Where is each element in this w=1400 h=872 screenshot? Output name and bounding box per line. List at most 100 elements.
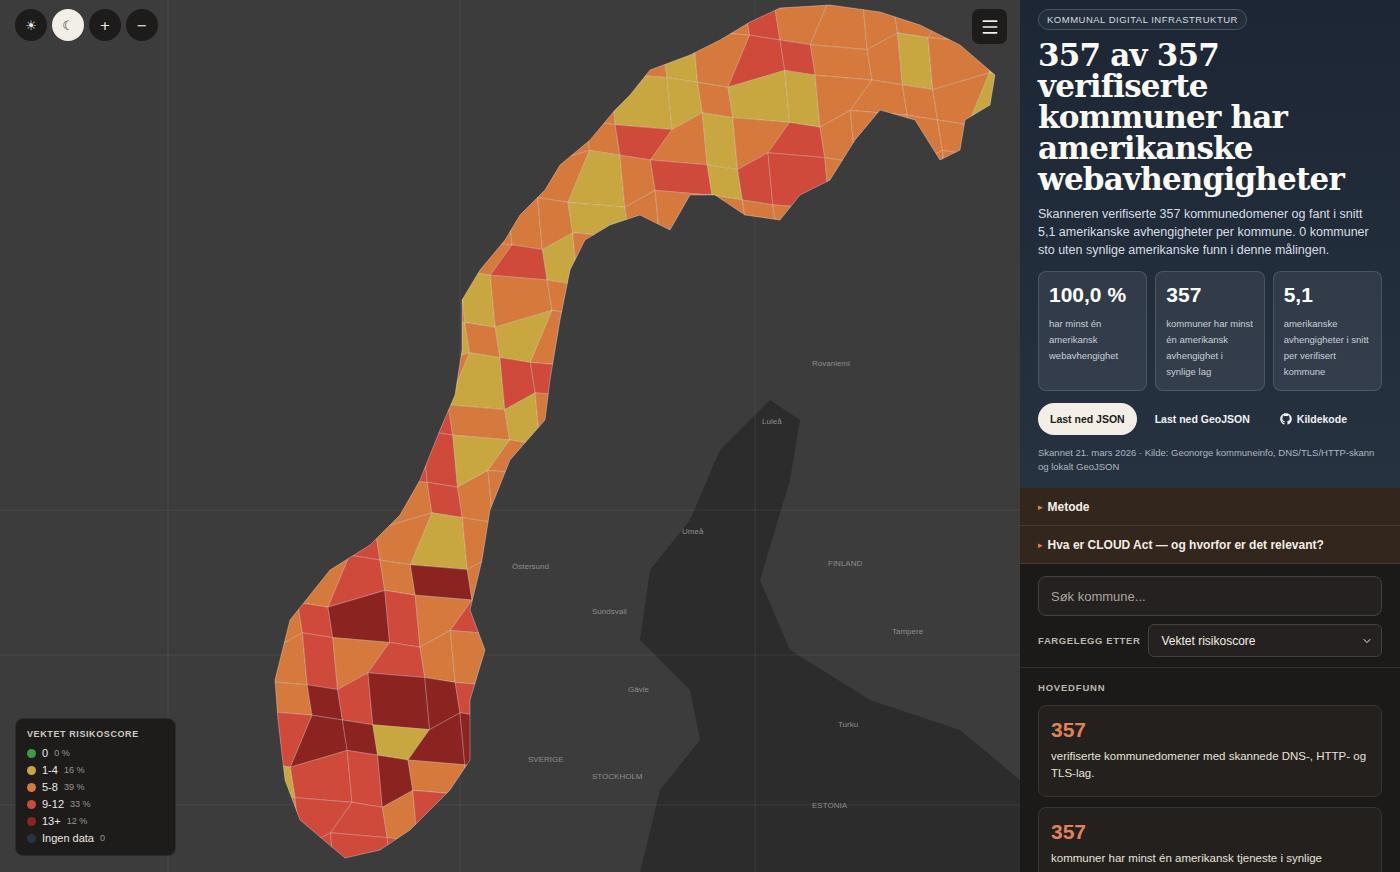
municipality[interactable]	[290, 750, 352, 802]
municipality[interactable]	[653, 390, 710, 442]
municipality[interactable]	[848, 718, 905, 770]
municipality[interactable]	[493, 522, 550, 557]
municipality[interactable]	[848, 275, 905, 327]
municipality[interactable]	[622, 402, 657, 437]
municipality[interactable]	[858, 830, 893, 872]
municipality[interactable]	[848, 753, 910, 805]
municipality[interactable]	[335, 0, 392, 35]
municipality[interactable]	[568, 202, 630, 237]
municipality[interactable]	[867, 33, 902, 85]
municipality[interactable]	[545, 475, 580, 527]
action-button[interactable]: Kildekode	[1268, 403, 1359, 435]
municipality[interactable]	[540, 2, 575, 37]
municipality[interactable]	[300, 833, 335, 872]
municipality[interactable]	[740, 838, 775, 872]
municipality[interactable]	[418, 400, 453, 435]
municipality[interactable]	[420, 630, 455, 682]
municipality[interactable]	[582, 758, 617, 810]
municipality[interactable]	[368, 642, 425, 677]
municipality[interactable]	[890, 198, 952, 250]
municipality[interactable]	[738, 590, 773, 647]
municipality[interactable]	[490, 718, 552, 770]
municipality[interactable]	[695, 278, 752, 330]
municipality[interactable]	[987, 273, 1020, 325]
municipality[interactable]	[418, 842, 453, 872]
municipality[interactable]	[778, 235, 813, 287]
municipality[interactable]	[700, 750, 735, 807]
municipality[interactable]	[730, 313, 792, 370]
municipality[interactable]	[542, 233, 577, 285]
municipality[interactable]	[290, 273, 347, 330]
municipality[interactable]	[900, 722, 935, 757]
municipality[interactable]	[462, 518, 497, 570]
municipality[interactable]	[667, 520, 702, 555]
municipality[interactable]	[488, 33, 550, 85]
municipality[interactable]	[408, 270, 465, 322]
municipality[interactable]	[570, 433, 632, 485]
municipality[interactable]	[698, 82, 733, 117]
municipality[interactable]	[385, 153, 420, 205]
municipality[interactable]	[860, 635, 895, 687]
municipality[interactable]	[507, 635, 542, 687]
municipality[interactable]	[770, 842, 832, 872]
zoom-button[interactable]: −	[126, 9, 158, 41]
municipality[interactable]	[978, 190, 1013, 242]
municipality[interactable]	[810, 0, 867, 50]
municipality[interactable]	[938, 120, 973, 155]
municipality[interactable]	[533, 593, 590, 645]
municipality[interactable]	[655, 633, 712, 690]
municipality[interactable]	[570, 840, 627, 872]
municipality[interactable]	[302, 633, 337, 690]
municipality[interactable]	[935, 758, 992, 810]
municipality[interactable]	[627, 0, 662, 47]
municipality[interactable]	[347, 750, 382, 807]
municipality[interactable]	[942, 593, 977, 650]
municipality[interactable]	[898, 33, 933, 90]
municipality[interactable]	[688, 442, 750, 477]
municipality[interactable]	[813, 270, 870, 327]
municipality[interactable]	[530, 362, 592, 397]
municipality[interactable]	[975, 845, 1020, 872]
municipality[interactable]	[608, 710, 670, 767]
theme-button[interactable]: ☾	[52, 9, 84, 41]
municipality[interactable]	[610, 42, 667, 77]
municipality[interactable]	[648, 355, 710, 407]
municipality[interactable]	[298, 602, 333, 637]
municipality[interactable]	[935, 315, 992, 367]
municipality[interactable]	[698, 525, 733, 560]
municipality[interactable]	[848, 310, 910, 362]
municipality[interactable]	[530, 753, 587, 810]
municipality[interactable]	[580, 510, 615, 567]
municipality[interactable]	[448, 353, 505, 410]
municipality[interactable]	[770, 353, 827, 405]
municipality[interactable]	[940, 793, 975, 845]
municipality[interactable]	[970, 320, 1020, 355]
municipality[interactable]	[942, 150, 977, 207]
municipality[interactable]	[288, 520, 350, 555]
municipality[interactable]	[568, 150, 625, 207]
municipality[interactable]	[773, 205, 830, 240]
municipality[interactable]	[768, 595, 830, 647]
municipality[interactable]	[338, 230, 373, 282]
municipality[interactable]	[650, 160, 712, 195]
municipality[interactable]	[665, 715, 700, 767]
municipality[interactable]	[608, 680, 665, 715]
municipality[interactable]	[622, 845, 657, 872]
municipality[interactable]	[450, 600, 507, 635]
municipality[interactable]	[262, 550, 297, 602]
municipality[interactable]	[425, 235, 460, 287]
municipality[interactable]	[702, 555, 737, 607]
municipality[interactable]	[307, 242, 342, 277]
municipality[interactable]	[730, 755, 792, 807]
municipality[interactable]	[415, 153, 472, 210]
municipality[interactable]	[855, 162, 912, 197]
municipality[interactable]	[690, 230, 752, 282]
municipality[interactable]	[735, 790, 792, 842]
municipality[interactable]	[460, 713, 495, 770]
municipality[interactable]	[938, 562, 973, 597]
municipality[interactable]	[893, 445, 950, 480]
municipality[interactable]	[488, 0, 545, 50]
municipality[interactable]	[462, 75, 497, 127]
municipality[interactable]	[608, 238, 665, 290]
municipality[interactable]	[410, 565, 472, 600]
